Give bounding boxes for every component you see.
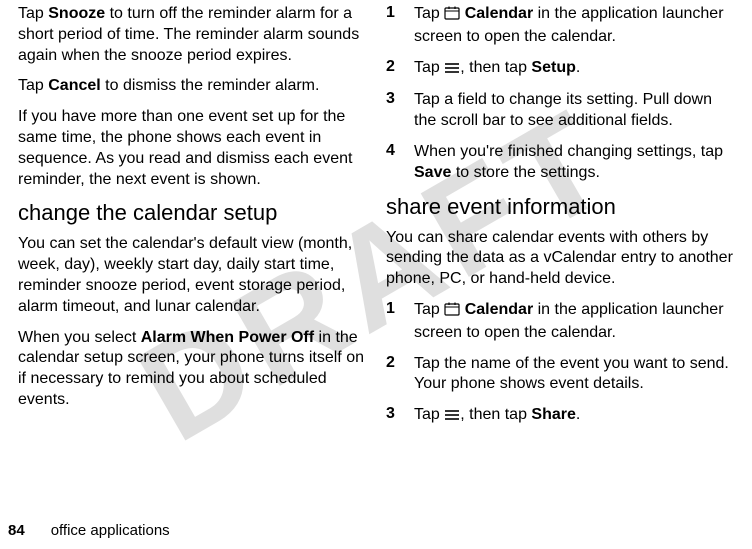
step-1: 1 Tap Calendar in the application launch… <box>386 4 734 48</box>
share-step-3: 3 Tap , then tap Share. <box>386 405 734 428</box>
step-body: Tap , then tap Setup. <box>414 58 734 81</box>
step-number: 1 <box>386 300 414 344</box>
share-step-2: 2 Tap the name of the event you want to … <box>386 354 734 396</box>
step-body: Tap a field to change its setting. Pull … <box>414 90 734 132</box>
para-share-intro: You can share calendar events with other… <box>386 228 734 290</box>
heading-change-setup: change the calendar setup <box>18 200 366 226</box>
step-2: 2 Tap , then tap Setup. <box>386 58 734 81</box>
para-snooze: Tap Snooze to turn off the reminder alar… <box>18 4 366 66</box>
step-body: When you're finished changing settings, … <box>414 142 734 184</box>
right-column: 1 Tap Calendar in the application launch… <box>376 4 744 541</box>
calendar-icon <box>444 6 460 27</box>
step-number: 3 <box>386 405 414 428</box>
para-multi-event: If you have more than one event set up f… <box>18 107 366 190</box>
step-number: 3 <box>386 90 414 132</box>
menu-icon <box>444 60 460 81</box>
calendar-icon <box>444 302 460 323</box>
para-default-view: You can set the calendar's default view … <box>18 234 366 317</box>
step-body: Tap Calendar in the application launcher… <box>414 300 734 344</box>
step-4: 4 When you're finished changing settings… <box>386 142 734 184</box>
step-3: 3 Tap a field to change its setting. Pul… <box>386 90 734 132</box>
step-number: 2 <box>386 354 414 396</box>
page-content: Tap Snooze to turn off the reminder alar… <box>0 0 752 549</box>
step-number: 2 <box>386 58 414 81</box>
step-body: Tap , then tap Share. <box>414 405 734 428</box>
menu-icon <box>444 407 460 428</box>
step-body: Tap Calendar in the application launcher… <box>414 4 734 48</box>
heading-share-event: share event information <box>386 194 734 220</box>
step-number: 1 <box>386 4 414 48</box>
para-cancel: Tap Cancel to dismiss the reminder alarm… <box>18 76 366 97</box>
step-body: Tap the name of the event you want to se… <box>414 354 734 396</box>
step-number: 4 <box>386 142 414 184</box>
left-column: Tap Snooze to turn off the reminder alar… <box>8 4 376 541</box>
para-alarm-poweroff: When you select Alarm When Power Off in … <box>18 328 366 411</box>
share-step-1: 1 Tap Calendar in the application launch… <box>386 300 734 344</box>
